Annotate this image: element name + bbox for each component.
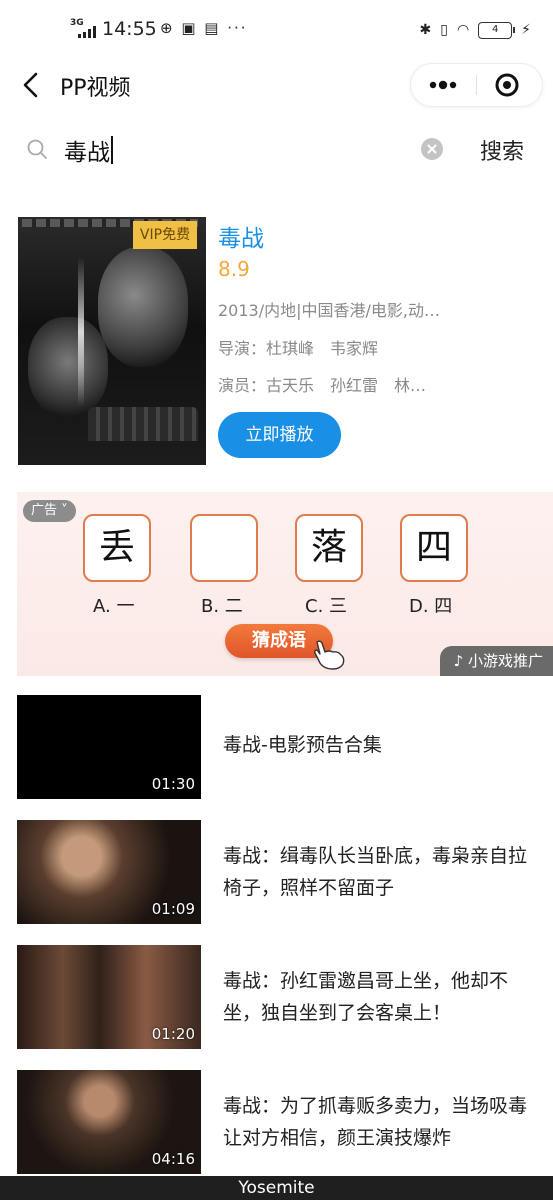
idiom-char-1: 丢 (83, 514, 151, 582)
video-title[interactable]: 毒战：缉毒队长当卧底，毒枭亲自拉椅子，照样不留面子 (223, 840, 533, 904)
status-bar: 3G 14:55 ⊕ ▣ ▤ ··· ✱ ▯ ◠ 4 ⚡ (0, 0, 553, 62)
ad-banner[interactable]: 广告 ˅ 丢 落 四 A. 一 B. 二 C. 三 D. 四 猜成语 ♪ 小游戏… (17, 492, 553, 676)
mini-game-promo-tag: ♪ 小游戏推广 (439, 646, 553, 676)
clear-search-button[interactable] (421, 138, 443, 160)
battery-icon: 4 (478, 21, 516, 39)
video-thumbnail[interactable]: 04:16 (17, 1070, 201, 1174)
ad-option-b[interactable]: B. 二 (201, 592, 243, 618)
status-right-icons: ✱ ▯ ◠ 4 ⚡ (419, 19, 531, 41)
pointing-hand-icon (314, 640, 345, 670)
back-button[interactable] (18, 70, 46, 100)
video-duration: 01:09 (151, 900, 195, 918)
movie-card[interactable]: VIP免费 毒战 8.9 2013/内地|中国香港/电影,动… 导演：杜琪峰 韦… (0, 217, 553, 467)
video-duration: 04:16 (151, 1150, 195, 1168)
idiom-char-2-blank (190, 514, 258, 582)
signal-icon (78, 26, 98, 38)
bottom-bar: Yosemite (0, 1176, 553, 1200)
nav-bar: PP视频 (0, 62, 553, 108)
target-icon (495, 73, 519, 97)
vip-badge: VIP免费 (133, 221, 197, 249)
search-query: 毒战 (64, 140, 110, 166)
text-caret (111, 136, 113, 164)
video-thumbnail[interactable]: 01:30 (17, 695, 201, 799)
close-mini-program-button[interactable] (477, 64, 542, 106)
bluetooth-icon: ✱ (419, 22, 432, 38)
page-title: PP视频 (60, 76, 131, 101)
video-item[interactable]: 01:30 毒战-电影预告合集 (0, 695, 553, 799)
movie-score: 8.9 (218, 257, 250, 281)
movie-director: 导演：杜琪峰 韦家辉 (218, 339, 379, 358)
search-button[interactable]: 搜索 (480, 134, 524, 166)
search-icon (27, 139, 47, 159)
tiktok-icon: ♪ (453, 652, 464, 670)
video-duration: 01:20 (151, 1025, 195, 1043)
movie-title[interactable]: 毒战 (218, 219, 264, 253)
ad-option-c[interactable]: C. 三 (305, 592, 347, 618)
video-title[interactable]: 毒战：为了抓毒贩多卖力，当场吸毒让对方相信，颜王演技爆炸 (223, 1090, 533, 1154)
close-icon (427, 144, 437, 154)
ad-tag[interactable]: 广告 ˅ (23, 500, 76, 522)
notification-icons: ⊕ ▣ ▤ ··· (160, 19, 248, 37)
more-button[interactable] (411, 64, 476, 106)
video-duration: 01:30 (151, 775, 195, 793)
charging-icon: ⚡ (521, 22, 531, 38)
video-thumbnail[interactable]: 01:09 (17, 820, 201, 924)
search-bar: 毒战 搜索 (0, 118, 553, 182)
status-time: 14:55 (102, 18, 157, 40)
mini-program-capsule (411, 64, 542, 106)
chevron-left-icon (23, 72, 38, 98)
search-input[interactable]: 毒战 (64, 132, 404, 168)
ad-option-a[interactable]: A. 一 (93, 592, 134, 618)
more-dots-icon (429, 80, 457, 90)
video-item[interactable]: 04:16 毒战：为了抓毒贩多卖力，当场吸毒让对方相信，颜王演技爆炸 (0, 1070, 553, 1174)
video-item[interactable]: 01:20 毒战：孙红雷邀昌哥上坐，他却不坐，独自坐到了会客桌上！ (0, 945, 553, 1049)
video-thumbnail[interactable]: 01:20 (17, 945, 201, 1049)
ad-option-d[interactable]: D. 四 (409, 592, 452, 618)
video-title[interactable]: 毒战-电影预告合集 (223, 729, 533, 761)
idiom-char-3: 落 (295, 514, 363, 582)
wifi-icon: ◠ (456, 22, 470, 38)
movie-poster[interactable] (18, 217, 206, 465)
vibrate-icon: ▯ (440, 22, 448, 38)
movie-meta: 2013/内地|中国香港/电影,动… (218, 301, 440, 320)
video-title[interactable]: 毒战：孙红雷邀昌哥上坐，他却不坐，独自坐到了会客桌上！ (223, 965, 533, 1029)
video-item[interactable]: 01:09 毒战：缉毒队长当卧底，毒枭亲自拉椅子，照样不留面子 (0, 820, 553, 924)
play-now-button[interactable]: 立即播放 (218, 412, 341, 458)
idiom-char-4: 四 (400, 514, 468, 582)
movie-actors: 演员：古天乐 孙红雷 林… (218, 376, 427, 395)
